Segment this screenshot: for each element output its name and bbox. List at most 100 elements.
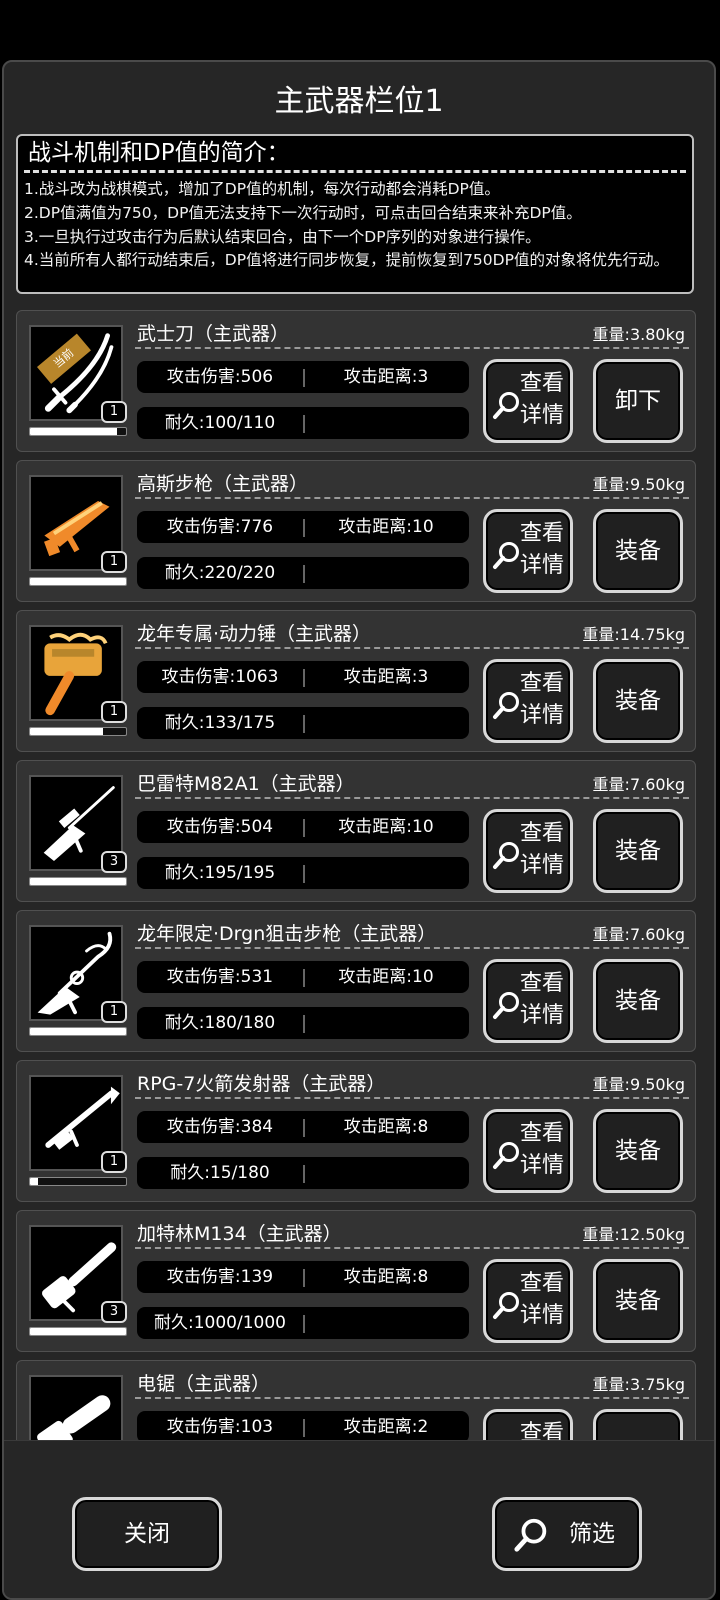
attack-damage: 攻击伤害:139 xyxy=(166,1267,274,1287)
view-details-button[interactable]: 查看 详情 xyxy=(483,359,573,443)
search-icon xyxy=(493,392,519,419)
stack-count: 3 xyxy=(101,851,127,873)
attack-stats: 攻击伤害:139 攻击距离:8 xyxy=(137,1261,469,1293)
name-divider xyxy=(135,797,689,799)
equip-button[interactable]: 装备 xyxy=(593,1109,683,1193)
view-details-button[interactable]: 查看 详情 xyxy=(483,809,573,893)
equip-button[interactable]: 装备 xyxy=(593,959,683,1043)
unequip-button[interactable]: 卸下 xyxy=(593,359,683,443)
weapon-card[interactable]: 3 加特林M134（主武器） 重量:12.50kg 攻击伤害:139 攻击距离:… xyxy=(16,1210,696,1352)
attack-damage: 攻击伤害:506 xyxy=(166,367,274,387)
view-details-button[interactable]: 查看 详情 xyxy=(483,509,573,593)
weapon-card[interactable]: 1 龙年专属·动力锤（主武器） 重量:14.75kg 攻击伤害:1063 攻击距… xyxy=(16,610,696,752)
details-label-line2: 详情 xyxy=(520,703,565,728)
durability-stat: 耐久:133/175 xyxy=(137,707,469,739)
weapon-card[interactable]: 1 高斯步枪（主武器） 重量:9.50kg 攻击伤害:776 攻击距离:10 耐… xyxy=(16,460,696,602)
attack-stats: 攻击伤害:506 攻击距离:3 xyxy=(137,361,469,393)
info-line: 4.当前所有人都行动结束后，DP值将进行同步恢复，提前恢复到750DP值的对象将… xyxy=(24,251,669,269)
details-label-line1: 查看 xyxy=(520,971,565,996)
weapon-name: 电锯（主武器） xyxy=(137,1373,271,1395)
footer-bar: 关闭 筛选 xyxy=(4,1440,714,1598)
details-label-line1: 查看 xyxy=(520,521,565,546)
stack-count: 1 xyxy=(101,1001,127,1023)
weapon-card[interactable]: 当前 1 武士刀（主武器） 重量:3.80kg 攻击伤害:506 攻击距离:3 … xyxy=(16,310,696,452)
search-icon xyxy=(493,992,519,1019)
durability-bar xyxy=(29,727,127,736)
attack-damage: 攻击伤害:776 xyxy=(166,517,274,537)
equip-button[interactable]: 装备 xyxy=(593,659,683,743)
attack-range: 攻击距离:2 xyxy=(343,1417,429,1437)
details-label-line2: 详情 xyxy=(520,1003,565,1028)
equip-button[interactable]: 装备 xyxy=(593,809,683,893)
equip-button[interactable]: 装备 xyxy=(593,509,683,593)
details-label-line1: 查看 xyxy=(520,1271,565,1296)
durability-bar xyxy=(29,1177,127,1186)
weapon-weight: 重量:3.75kg xyxy=(592,1375,685,1394)
durability-stat: 耐久:15/180 xyxy=(137,1157,469,1189)
attack-stats: 攻击伤害:531 攻击距离:10 xyxy=(137,961,469,993)
durability-stat: 耐久:180/180 xyxy=(137,1007,469,1039)
durability-text: 耐久:220/220 xyxy=(164,563,276,583)
weapon-name: 高斯步枪（主武器） xyxy=(137,473,309,495)
durability-bar xyxy=(29,577,127,586)
durability-fill xyxy=(30,1178,38,1185)
stack-count: 1 xyxy=(101,401,127,423)
attack-damage: 攻击伤害:504 xyxy=(166,817,274,837)
view-details-button[interactable]: 查看 详情 xyxy=(483,659,573,743)
stat-separator xyxy=(303,1015,305,1033)
view-details-button[interactable]: 查看 详情 xyxy=(483,1259,573,1343)
stack-count: 1 xyxy=(101,551,127,573)
search-icon xyxy=(493,842,519,869)
weapon-name: RPG-7火箭发射器（主武器） xyxy=(137,1073,386,1095)
panel-title: 主武器栏位1 xyxy=(274,84,444,119)
attack-stats: 攻击伤害:384 攻击距离:8 xyxy=(137,1111,469,1143)
details-label-line1: 查看 xyxy=(520,671,565,696)
durability-fill xyxy=(30,728,103,735)
details-label-line2: 详情 xyxy=(520,553,565,578)
attack-damage: 攻击伤害:103 xyxy=(166,1417,274,1437)
weapon-card[interactable]: 3 巴雷特M82A1（主武器） 重量:7.60kg 攻击伤害:504 攻击距离:… xyxy=(16,760,696,902)
durability-text: 耐久:133/175 xyxy=(164,713,276,733)
stat-separator xyxy=(303,415,305,433)
search-icon xyxy=(514,1518,547,1552)
info-line: 2.DP值满值为750，DP值无法支持下一次行动时，可点击回合结束来补充DP值。 xyxy=(24,204,582,222)
durability-fill xyxy=(30,428,118,435)
stat-separator xyxy=(303,865,305,883)
info-heading: 战斗机制和DP值的简介： xyxy=(28,140,290,166)
stack-count: 1 xyxy=(101,701,127,723)
durability-stat: 耐久:220/220 xyxy=(137,557,469,589)
attack-range: 攻击距离:8 xyxy=(343,1117,429,1137)
name-divider xyxy=(135,1247,689,1249)
filter-label: 筛选 xyxy=(569,1521,615,1547)
weapon-card[interactable]: 1 龙年限定·Drgn狙击步枪（主武器） 重量:7.60kg 攻击伤害:531 … xyxy=(16,910,696,1052)
stat-separator xyxy=(303,715,305,733)
attack-range: 攻击距离:10 xyxy=(338,517,434,537)
filter-button[interactable]: 筛选 xyxy=(492,1497,642,1571)
info-line: 3.一旦执行过攻击行为后默认结束回合，由下一个DP序列的对象进行操作。 xyxy=(24,228,541,246)
durability-stat: 耐久:195/195 xyxy=(137,857,469,889)
name-divider xyxy=(135,1097,689,1099)
attack-damage: 攻击伤害:531 xyxy=(166,967,274,987)
details-label-line2: 详情 xyxy=(520,403,565,428)
equip-button[interactable]: 装备 xyxy=(593,1259,683,1343)
weapon-name: 巴雷特M82A1（主武器） xyxy=(137,773,355,795)
weapon-weight: 重量:9.50kg xyxy=(592,1075,685,1094)
stack-count: 3 xyxy=(101,1301,127,1323)
durability-text: 耐久:180/180 xyxy=(164,1013,276,1033)
close-button[interactable]: 关闭 xyxy=(72,1497,222,1571)
details-label-line1: 查看 xyxy=(520,371,565,396)
weapon-name: 龙年专属·动力锤（主武器） xyxy=(137,623,372,645)
durability-fill xyxy=(30,578,126,585)
search-icon xyxy=(493,1142,519,1169)
durability-stat: 耐久:1000/1000 xyxy=(137,1307,469,1339)
durability-bar xyxy=(29,877,127,886)
details-label-line2: 详情 xyxy=(520,853,565,878)
search-icon xyxy=(493,1292,519,1319)
durability-bar xyxy=(29,1027,127,1036)
view-details-button[interactable]: 查看 详情 xyxy=(483,959,573,1043)
weapon-card[interactable]: 1 RPG-7火箭发射器（主武器） 重量:9.50kg 攻击伤害:384 攻击距… xyxy=(16,1060,696,1202)
view-details-button[interactable]: 查看 详情 xyxy=(483,1109,573,1193)
attack-damage: 攻击伤害:1063 xyxy=(161,667,279,687)
attack-range: 攻击距离:3 xyxy=(343,367,429,387)
name-divider xyxy=(135,947,689,949)
